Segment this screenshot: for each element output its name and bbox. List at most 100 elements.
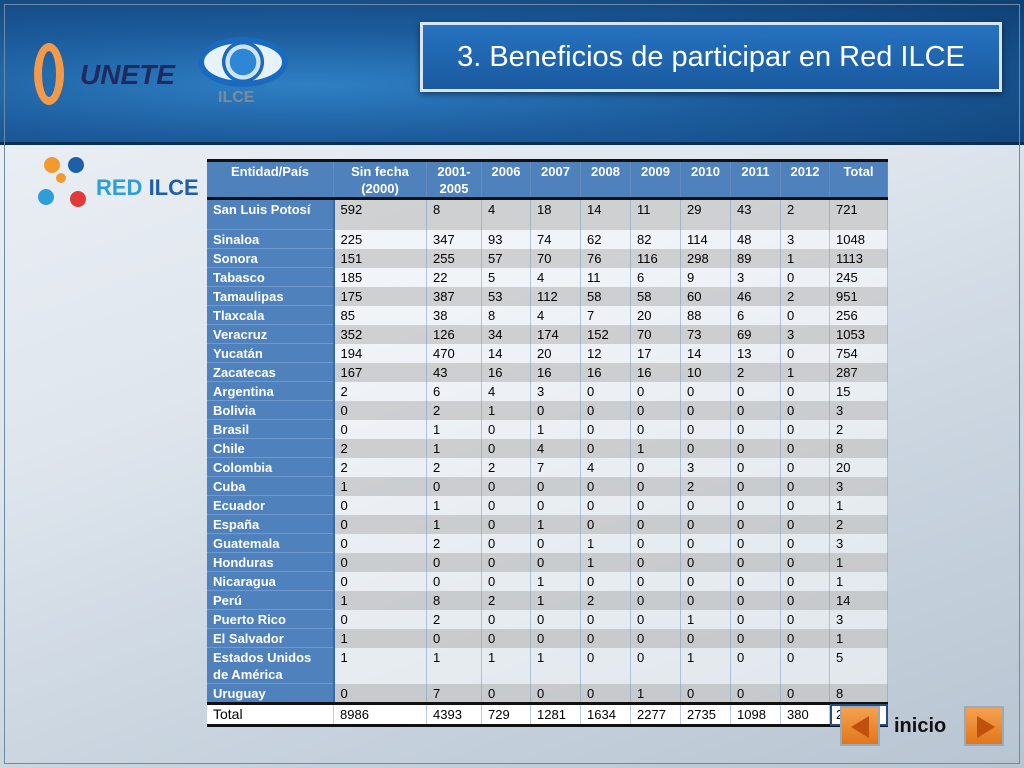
cell-value: 0	[680, 438, 731, 458]
cell-value: 3	[829, 476, 888, 496]
row-label: Sonora	[207, 248, 335, 268]
cell-value: 0	[580, 628, 631, 648]
total-label: Total	[207, 702, 334, 727]
cell-value: 34	[481, 324, 531, 344]
cell-value: 1	[630, 438, 681, 458]
cell-value: 60	[680, 286, 731, 306]
cell-value: 0	[780, 571, 830, 591]
cell-value: 0	[530, 495, 581, 515]
cell-value: 14	[829, 590, 888, 610]
cell-value: 112	[530, 286, 581, 306]
row-label: Argentina	[207, 381, 335, 401]
cell-value: 2	[426, 400, 482, 420]
cell-value: 0	[780, 267, 830, 287]
cell-value: 1	[630, 683, 681, 704]
total-value: 380	[780, 702, 830, 727]
column-header: Sin fecha (2000)	[333, 159, 427, 200]
cell-value: 0	[730, 495, 781, 515]
prev-button[interactable]	[840, 706, 880, 746]
cell-value: 0	[530, 683, 581, 704]
cell-value: 1	[530, 590, 581, 610]
next-button[interactable]	[964, 706, 1004, 746]
table-row: Veracruz 352 126 34 174 152 70 73 69 3 1053	[207, 324, 888, 344]
cell-value: 76	[580, 248, 631, 268]
cell-value: 0	[580, 571, 631, 591]
cell-value: 53	[481, 286, 531, 306]
total-value: 1634	[580, 702, 631, 727]
table-row: Tlaxcala 85 38 8 4 7 20 88 6 0 256	[207, 305, 888, 325]
column-header: 2009	[630, 159, 681, 200]
cell-value: 20	[829, 457, 888, 477]
cell-value: 0	[630, 419, 681, 439]
cell-value: 0	[481, 628, 531, 648]
cell-value: 0	[630, 571, 681, 591]
row-label: Honduras	[207, 552, 335, 572]
cell-value: 8	[481, 305, 531, 325]
cell-value: 16	[580, 362, 631, 382]
cell-value: 0	[730, 457, 781, 477]
cell-value: 8	[426, 590, 482, 610]
cell-value: 0	[333, 495, 427, 515]
cell-value: 2	[333, 381, 427, 401]
cell-value: 1113	[829, 248, 888, 268]
cell-value: 0	[630, 552, 681, 572]
cell-value: 0	[530, 609, 581, 629]
table-row: Colombia 2 2 2 7 4 0 3 0 0 20	[207, 457, 888, 477]
cell-value: 1	[530, 571, 581, 591]
cell-value: 298	[680, 248, 731, 268]
cell-value: 0	[680, 628, 731, 648]
cell-value: 1	[333, 628, 427, 648]
cell-value: 0	[481, 495, 531, 515]
cell-value: 1	[481, 647, 531, 684]
cell-value: 4	[530, 267, 581, 287]
cell-value: 0	[426, 552, 482, 572]
row-label: Guatemala	[207, 533, 335, 553]
table-row: Uruguay 0 7 0 0 0 1 0 0 0 8	[207, 683, 888, 704]
cell-value: 1048	[829, 229, 888, 249]
cell-value: 48	[730, 229, 781, 249]
cell-value: 70	[530, 248, 581, 268]
cell-value: 0	[780, 533, 830, 553]
cell-value: 3	[530, 381, 581, 401]
total-value: 729	[481, 702, 531, 727]
cell-value: 0	[530, 552, 581, 572]
cell-value: 152	[580, 324, 631, 344]
row-label: Tlaxcala	[207, 305, 335, 325]
cell-value: 14	[481, 343, 531, 363]
total-value: 4393	[426, 702, 482, 727]
table-row: Tamaulipas 175 387 53 112 58 58 60 46 2 951	[207, 286, 888, 306]
cell-value: 0	[530, 628, 581, 648]
cell-value: 1	[680, 647, 731, 684]
cell-value: 1	[530, 647, 581, 684]
slide-title: 3. Beneficios de participar en Red ILCE	[420, 22, 1002, 92]
column-header: 2011	[730, 159, 781, 200]
cell-value: 0	[730, 683, 781, 704]
cell-value: 2	[426, 609, 482, 629]
cell-value: 1	[426, 647, 482, 684]
cell-value: 8	[829, 438, 888, 458]
cell-value: 2	[481, 590, 531, 610]
cell-value: 0	[780, 343, 830, 363]
cell-value: 256	[829, 305, 888, 325]
home-link[interactable]: inicio	[894, 715, 946, 738]
cell-value: 16	[630, 362, 681, 382]
cell-value: 0	[780, 609, 830, 629]
cell-value: 1	[780, 362, 830, 382]
cell-value: 0	[730, 400, 781, 420]
cell-value: 0	[580, 381, 631, 401]
table-row: Sonora 151 255 57 70 76 116 298 89 1 1113	[207, 248, 888, 268]
cell-value: 4	[530, 305, 581, 325]
row-label: Brasil	[207, 419, 335, 439]
cell-value: 57	[481, 248, 531, 268]
cell-value: 0	[530, 533, 581, 553]
cell-value: 0	[426, 476, 482, 496]
row-label: Sinaloa	[207, 229, 335, 249]
cell-value: 93	[481, 229, 531, 249]
cell-value: 0	[730, 476, 781, 496]
cell-value: 255	[426, 248, 482, 268]
cell-value: 0	[780, 438, 830, 458]
cell-value: 225	[333, 229, 427, 249]
cell-value: 0	[730, 571, 781, 591]
cell-value: 0	[630, 514, 681, 534]
cell-value: 0	[630, 476, 681, 496]
